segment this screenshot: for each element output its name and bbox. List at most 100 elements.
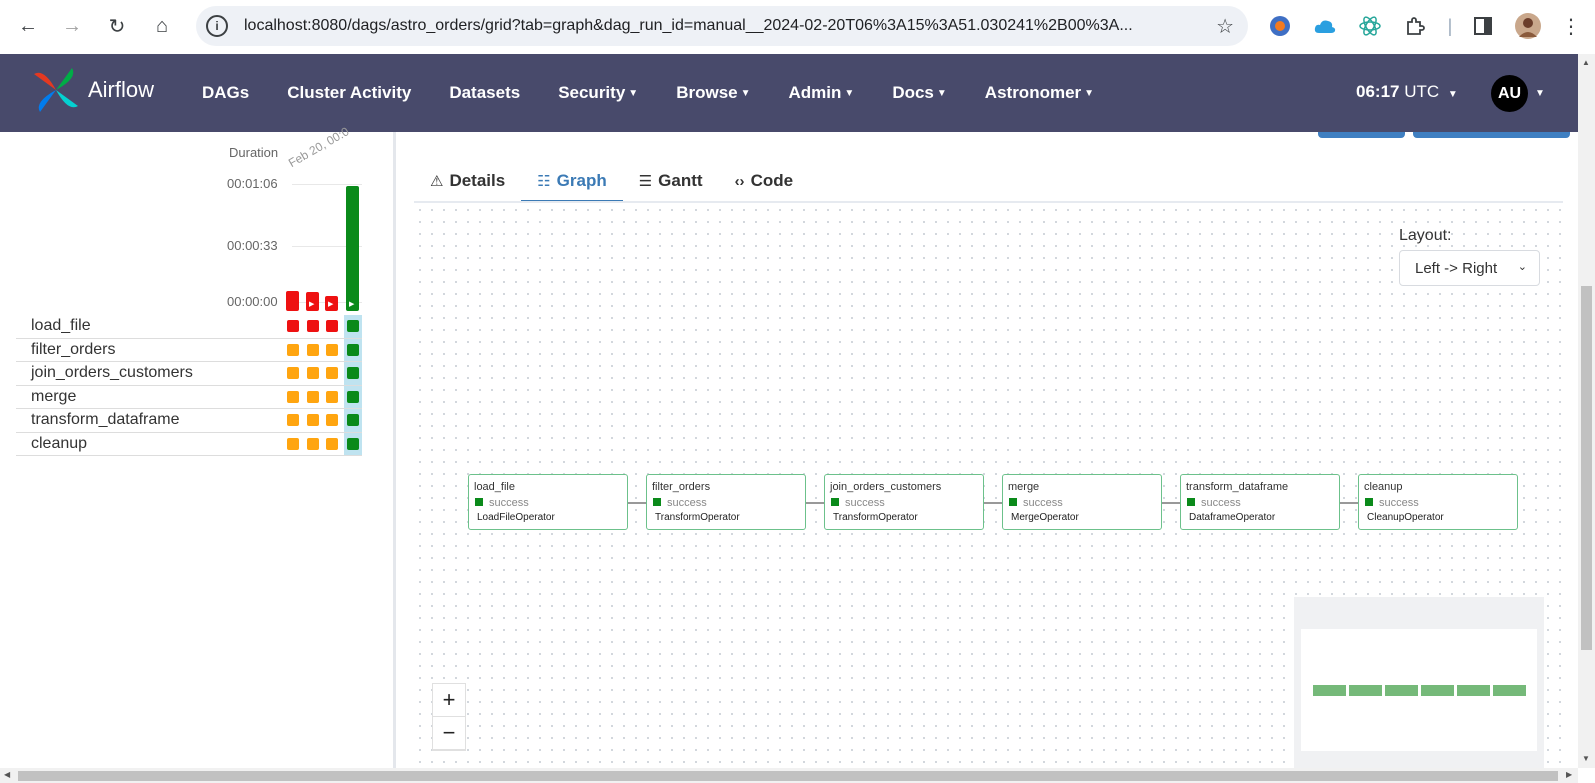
task-instance-cell[interactable] <box>286 320 299 332</box>
task-node[interactable]: merge success MergeOperator <box>1002 474 1162 530</box>
scroll-up-icon[interactable]: ▲ <box>1582 58 1590 67</box>
state-square-icon <box>1009 498 1017 506</box>
task-instance-cell[interactable] <box>346 414 359 426</box>
task-name[interactable]: filter_orders <box>31 341 115 359</box>
zoom-out-button[interactable]: − <box>433 717 465 750</box>
state-square-icon <box>831 498 839 506</box>
reload-icon[interactable]: ↻ <box>101 10 133 42</box>
airflow-brand[interactable]: Airflow <box>32 66 154 114</box>
task-instance-cell[interactable] <box>325 367 338 379</box>
task-row[interactable]: cleanup <box>16 433 362 456</box>
task-instance-cell[interactable] <box>306 437 319 450</box>
nav-menu-item[interactable]: DAGs <box>202 83 249 103</box>
task-row[interactable]: transform_dataframe <box>16 409 362 433</box>
task-instance-cell[interactable] <box>306 320 319 332</box>
task-row[interactable]: merge <box>16 386 362 409</box>
task-name[interactable]: join_orders_customers <box>31 364 193 382</box>
task-node[interactable]: transform_dataframe success DataframeOpera… <box>1180 474 1340 530</box>
state-square-icon <box>653 498 661 506</box>
address-bar[interactable]: i localhost:8080/dags/astro_orders/grid?… <box>196 6 1248 46</box>
task-instance-cell[interactable] <box>325 437 338 450</box>
scroll-left-icon[interactable]: ◀ <box>4 770 10 779</box>
panel-resize-handle[interactable] <box>393 132 396 768</box>
url-text[interactable]: localhost:8080/dags/astro_orders/grid?ta… <box>244 17 1194 35</box>
browser-menu-icon[interactable]: ⋮ <box>1557 12 1585 40</box>
cloud-extension-icon[interactable] <box>1311 12 1339 40</box>
nav-menu-item[interactable]: Security ▼ <box>558 83 638 103</box>
task-instance-cell[interactable] <box>286 414 299 426</box>
top-action-button[interactable] <box>1318 132 1405 138</box>
tab-graph[interactable]: ☷ Graph <box>521 160 623 203</box>
task-instance-cell[interactable] <box>306 414 319 426</box>
scroll-right-icon[interactable]: ▶ <box>1566 770 1572 779</box>
side-panel-icon[interactable] <box>1469 12 1497 40</box>
task-instance-cell[interactable] <box>346 390 359 403</box>
nav-menu-item[interactable]: Docs ▼ <box>892 83 946 103</box>
task-instance-cell[interactable] <box>286 390 299 403</box>
task-row[interactable]: join_orders_customers <box>16 362 362 386</box>
task-row[interactable]: filter_orders <box>16 339 362 362</box>
task-instance-cell[interactable] <box>346 367 359 379</box>
vertical-scrollbar[interactable]: ▲ ▼ <box>1578 54 1595 768</box>
graph-edge <box>984 502 1002 504</box>
task-node-state: success <box>1187 497 1241 509</box>
user-menu-caret-icon[interactable]: ▼ <box>1535 88 1545 99</box>
scroll-down-icon[interactable]: ▼ <box>1582 754 1590 763</box>
horizontal-scrollbar[interactable]: ◀ ▶ <box>0 768 1578 783</box>
task-name[interactable]: cleanup <box>31 435 87 453</box>
tab-gantt[interactable]: ☰ Gantt <box>623 160 719 202</box>
nav-menu-item[interactable]: Datasets <box>449 83 520 103</box>
horizontal-scroll-thumb[interactable] <box>18 771 1558 781</box>
task-instance-cell[interactable] <box>325 414 338 426</box>
extensions-puzzle-icon[interactable] <box>1401 12 1429 40</box>
top-action-button-2[interactable] <box>1413 132 1570 138</box>
task-node[interactable]: join_orders_customers success TransformOpe… <box>824 474 984 530</box>
task-instance-cell[interactable] <box>286 367 299 379</box>
task-instance-cell[interactable] <box>325 390 338 403</box>
nav-menu-item[interactable]: Astronomer ▼ <box>985 83 1094 103</box>
extension-icon[interactable] <box>1266 12 1294 40</box>
task-instance-cell[interactable] <box>325 343 338 356</box>
nav-menu-item[interactable]: Admin ▼ <box>789 83 855 103</box>
task-name[interactable]: transform_dataframe <box>31 411 180 429</box>
task-instance-cell[interactable] <box>346 343 359 356</box>
home-icon[interactable]: ⌂ <box>146 10 178 42</box>
brand-name: Airflow <box>88 77 155 102</box>
nav-menu-item[interactable]: Browse ▼ <box>676 83 750 103</box>
user-avatar[interactable]: AU <box>1491 75 1528 112</box>
task-instance-cell[interactable] <box>286 343 299 356</box>
layout-select[interactable]: Left -> Right ⌄ <box>1399 250 1540 286</box>
nav-menu-item[interactable]: Cluster Activity <box>287 83 411 103</box>
task-node[interactable]: cleanup success CleanupOperator <box>1358 474 1518 530</box>
forward-icon[interactable]: → <box>56 10 88 42</box>
dag-run-bar[interactable]: ▶ <box>325 296 338 311</box>
bookmark-star-icon[interactable]: ☆ <box>1216 14 1234 39</box>
task-node[interactable]: load_file success LoadFileOperator <box>468 474 628 530</box>
task-instance-cell[interactable] <box>346 437 359 450</box>
tab-code[interactable]: ‹› Code <box>719 160 810 202</box>
task-instance-cell[interactable] <box>325 320 338 332</box>
tab-details[interactable]: ⚠ Details <box>414 160 521 202</box>
task-node-state-text: success <box>489 497 529 509</box>
task-name[interactable]: load_file <box>31 317 91 335</box>
back-icon[interactable]: ← <box>12 10 44 42</box>
profile-avatar-icon[interactable] <box>1514 12 1542 40</box>
zoom-in-button[interactable]: + <box>433 684 465 717</box>
site-info-icon[interactable]: i <box>206 15 228 37</box>
task-instance-cell[interactable] <box>286 437 299 450</box>
vertical-scroll-thumb[interactable] <box>1581 286 1592 650</box>
task-node[interactable]: filter_orders success TransformOperator <box>646 474 806 530</box>
task-instance-cell[interactable] <box>306 343 319 356</box>
task-instance-cell[interactable] <box>306 390 319 403</box>
task-instance-cell[interactable] <box>306 367 319 379</box>
react-devtools-icon[interactable] <box>1356 12 1384 40</box>
duration-gridline <box>292 184 362 185</box>
task-node-state: success <box>475 497 529 509</box>
task-instance-cell[interactable] <box>346 320 359 332</box>
dag-run-bar[interactable]: ▶ <box>346 186 359 311</box>
task-row[interactable]: load_file <box>16 315 362 339</box>
dag-run-bar[interactable]: ▶ <box>306 292 319 311</box>
dag-run-bar[interactable] <box>286 291 299 311</box>
clock-display[interactable]: 06:17 UTC ▼ <box>1356 82 1458 102</box>
task-name[interactable]: merge <box>31 388 76 406</box>
